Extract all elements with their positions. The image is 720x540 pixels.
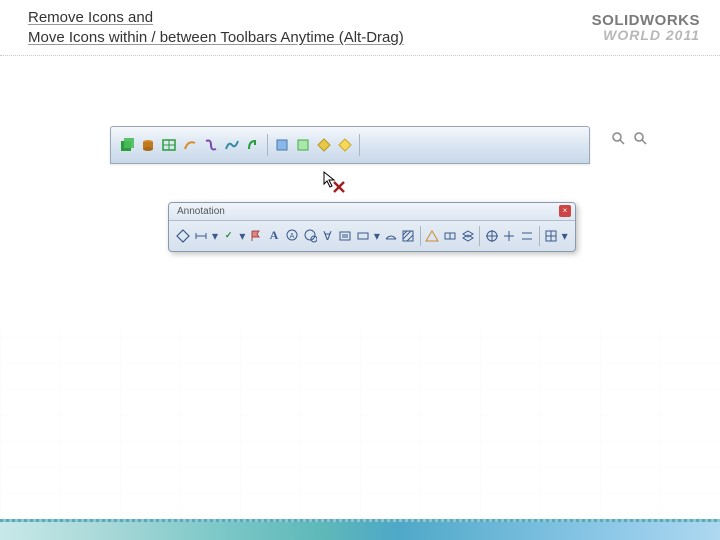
dim-icon[interactable] (193, 226, 210, 246)
note-icon[interactable] (337, 226, 354, 246)
toolbar-separator (267, 134, 268, 156)
content-area: Annotation × ▾ ✓ ▾ A A ∀ ▾ (0, 56, 720, 164)
flag-icon[interactable] (248, 226, 265, 246)
curve-s-icon[interactable] (201, 135, 221, 155)
toolbar-separator (420, 226, 421, 246)
edit-a-icon[interactable] (272, 135, 292, 155)
annotation-toolbar-title-bar[interactable]: Annotation × (169, 203, 575, 221)
svg-text:A: A (289, 233, 294, 240)
layer-icon[interactable] (459, 226, 476, 246)
dropdown-icon[interactable]: ▾ (373, 226, 382, 246)
center-a-icon[interactable] (501, 226, 518, 246)
curve-sweep-icon[interactable] (180, 135, 200, 155)
annotation-toolbar[interactable]: Annotation × ▾ ✓ ▾ A A ∀ ▾ (168, 202, 576, 252)
footer-bar (0, 520, 720, 540)
tolerance-icon[interactable] (442, 226, 459, 246)
zoom-out-icon[interactable] (632, 130, 650, 148)
edit-b-icon[interactable] (293, 135, 313, 155)
annotation-toolbar-row: ▾ ✓ ▾ A A ∀ ▾ (169, 221, 575, 251)
note-a-icon[interactable]: A (266, 226, 283, 246)
background-grid (0, 330, 720, 520)
main-toolbar (110, 126, 590, 164)
center-b-icon[interactable] (519, 226, 536, 246)
dropdown-icon[interactable]: ▾ (560, 226, 569, 246)
surface-icon[interactable] (382, 226, 399, 246)
toolbar-separator (359, 134, 360, 156)
grid-icon[interactable] (542, 226, 559, 246)
table-icon[interactable] (159, 135, 179, 155)
spellcheck-icon[interactable]: ✓ (220, 226, 237, 246)
toolbar-screenshot: Annotation × ▾ ✓ ▾ A A ∀ ▾ (110, 126, 590, 164)
cylinder-icon[interactable] (138, 135, 158, 155)
spline-icon[interactable] (222, 135, 242, 155)
annotation-toolbar-title: Annotation (177, 206, 225, 217)
toolbar-separator (539, 226, 540, 246)
dropdown-icon[interactable]: ▾ (238, 226, 247, 246)
dropdown-icon[interactable]: ▾ (211, 226, 220, 246)
zoom-in-icon[interactable] (610, 130, 628, 148)
logo-sub: WORLD 2011 (592, 27, 700, 43)
title-line-2: Move Icons within / between Toolbars Any… (28, 29, 404, 46)
hatch-icon[interactable] (400, 226, 417, 246)
slide-title: Remove Icons and Move Icons within / bet… (28, 8, 404, 49)
slide-header: Remove Icons and Move Icons within / bet… (0, 0, 720, 56)
logo-block: SOLIDWORKS WORLD 2011 (592, 8, 700, 43)
box-green-icon[interactable] (117, 135, 137, 155)
diamond-yellow-icon[interactable] (335, 135, 355, 155)
toolbar-separator (479, 226, 480, 246)
symbol-icon[interactable]: ∀ (319, 226, 336, 246)
close-icon[interactable]: × (559, 205, 571, 217)
diamond-icon[interactable] (314, 135, 334, 155)
target-icon[interactable] (483, 226, 500, 246)
zoom-icons (610, 130, 650, 148)
warn-icon[interactable] (424, 226, 441, 246)
balloon-b-icon[interactable] (301, 226, 318, 246)
diamond-tool-icon[interactable] (175, 226, 192, 246)
curve-hook-icon[interactable] (243, 135, 263, 155)
balloon-a-icon[interactable]: A (283, 226, 300, 246)
rect-note-icon[interactable] (355, 226, 372, 246)
remove-x-icon (332, 180, 346, 197)
title-line-1: Remove Icons and (28, 9, 153, 26)
